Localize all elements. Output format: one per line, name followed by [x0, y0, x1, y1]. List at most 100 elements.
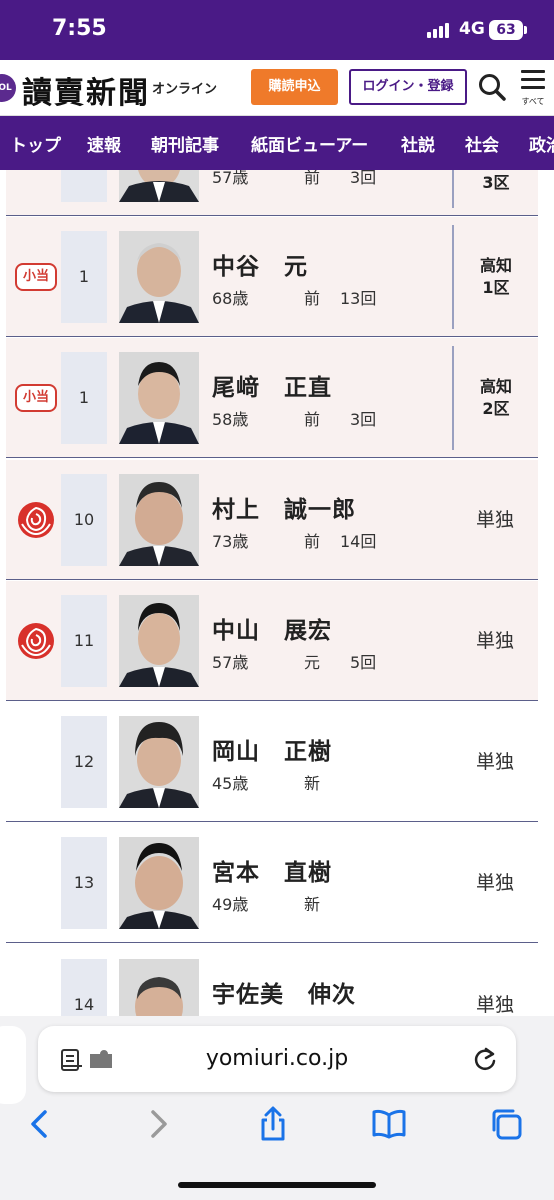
candidate-terms: 3回 [350, 410, 377, 429]
candidate-status: 前 [304, 289, 321, 308]
network-type: 4G [459, 19, 485, 39]
district-solo: 単独 [475, 509, 514, 531]
candidate-status: 元 [304, 653, 321, 672]
battery-icon: 63 [489, 20, 527, 40]
candidate-terms: 3回 [350, 170, 377, 187]
district-cell: 3区 [452, 170, 538, 208]
list-number [61, 170, 107, 202]
nav-item-editorial[interactable]: 社説 [401, 131, 435, 156]
candidate-row[interactable]: 12 岡山 正樹 45歳 新 単独 [6, 702, 538, 822]
candidate-photo [119, 716, 199, 808]
list-number: 12 [61, 716, 107, 808]
candidate-age: 45歳 [212, 774, 249, 793]
list-number: 10 [61, 474, 107, 566]
candidate-status: 前 [304, 170, 321, 187]
district-solo: 単独 [475, 630, 514, 652]
nav-item-society[interactable]: 社会 [465, 131, 499, 156]
candidate-terms: 13回 [340, 289, 377, 308]
candidate-name: 宮本 直樹 [212, 860, 332, 886]
site-header: YOL 讀賣新聞 オンライン 購読申込 ログイン・登録 すべて [0, 60, 554, 116]
home-indicator [178, 1182, 376, 1188]
candidate-age: 57歳 [212, 653, 249, 672]
district-solo: 単独 [475, 994, 514, 1016]
address-bar[interactable]: yomiuri.co.jp [38, 1026, 516, 1092]
candidate-row[interactable]: 小当 1 尾﨑 正直 58歳 前 3回 高知 2区 [6, 338, 538, 458]
candidate-status: 新 [304, 895, 321, 914]
nav-item-top[interactable]: トップ [10, 131, 61, 156]
nav-item-politics[interactable]: 政治 [529, 131, 554, 156]
candidate-age: 49歳 [212, 895, 249, 914]
url-text[interactable]: yomiuri.co.jp [38, 1046, 516, 1071]
candidate-row[interactable]: 14 宇佐美 伸次 新 単独 [6, 945, 538, 1020]
candidate-age: 68歳 [212, 289, 249, 308]
forward-icon[interactable] [140, 1106, 176, 1142]
candidate-photo [119, 352, 199, 444]
list-number: 11 [61, 595, 107, 687]
list-number: 13 [61, 837, 107, 929]
candidate-photo [119, 595, 199, 687]
previous-tab-preview[interactable] [0, 1026, 26, 1104]
category-nav: トップ 速報 朝刊記事 紙面ビューアー 社説 社会 政治 [0, 116, 554, 170]
reload-icon[interactable] [472, 1046, 498, 1072]
candidate-row[interactable]: 10 村上 誠一郎 73歳 前 14回 単独 [6, 460, 538, 580]
candidate-name: 中山 展宏 [212, 618, 332, 644]
share-icon[interactable] [255, 1106, 291, 1142]
tabs-overview-icon[interactable] [488, 1106, 524, 1142]
site-logo[interactable]: 讀賣新聞 [22, 68, 150, 112]
login-button[interactable]: ログイン・登録 [349, 69, 467, 105]
district-line2: 3区 [482, 173, 510, 192]
district-line1: 高知 [479, 256, 512, 275]
back-icon[interactable] [22, 1106, 58, 1142]
candidate-photo [119, 474, 199, 566]
small-district-win-badge: 小当 [15, 263, 57, 291]
small-district-win-badge: 小当 [15, 384, 57, 412]
candidate-photo [119, 837, 199, 929]
candidate-name: 中谷 元 [212, 254, 308, 280]
search-icon[interactable] [477, 72, 507, 102]
status-time: 7:55 [52, 16, 107, 41]
candidate-name: 岡山 正樹 [212, 739, 332, 765]
candidate-list: 57歳 前 3回 3区 小当 1 中谷 元 68歳 前 13回 高知 1区 小当… [0, 170, 554, 1020]
status-bar: 7:55 4G 63 [0, 0, 554, 60]
signal-icon [427, 22, 453, 38]
district-solo: 単独 [475, 751, 514, 773]
candidate-row[interactable]: 小当 1 中谷 元 68歳 前 13回 高知 1区 [6, 217, 538, 337]
nav-item-breaking[interactable]: 速報 [87, 131, 121, 156]
candidate-terms: 5回 [350, 653, 377, 672]
rose-icon [18, 502, 54, 538]
candidate-row[interactable]: 13 宮本 直樹 49歳 新 単独 [6, 823, 538, 943]
district-cell: 高知 1区 [452, 225, 538, 329]
browser-toolbar: yomiuri.co.jp [0, 1016, 554, 1200]
menu-label: すべて [521, 97, 545, 106]
subscribe-button[interactable]: 購読申込 [251, 69, 338, 105]
candidate-status: 前 [304, 532, 321, 551]
district-line2: 2区 [482, 399, 510, 418]
candidate-status: 前 [304, 410, 321, 429]
nav-item-viewer[interactable]: 紙面ビューアー [251, 131, 368, 156]
district-cell: 高知 2区 [452, 346, 538, 450]
list-number: 1 [61, 231, 107, 323]
candidate-name: 宇佐美 伸次 [212, 982, 356, 1008]
menu-icon[interactable]: すべて [518, 68, 548, 108]
candidate-name: 村上 誠一郎 [212, 497, 356, 523]
site-logo-sub[interactable]: オンライン [152, 78, 217, 97]
rose-icon [18, 623, 54, 659]
list-number: 1 [61, 352, 107, 444]
candidate-row[interactable]: 11 中山 展宏 57歳 元 5回 単独 [6, 581, 538, 701]
district-solo: 単独 [475, 872, 514, 894]
candidate-photo [119, 959, 199, 1020]
list-number: 14 [61, 959, 107, 1020]
candidate-photo [119, 170, 199, 202]
candidate-terms: 14回 [340, 532, 377, 551]
candidate-status: 新 [304, 774, 321, 793]
candidate-age: 58歳 [212, 410, 249, 429]
bookmarks-icon[interactable] [371, 1106, 407, 1142]
logo-badge[interactable]: YOL [0, 74, 16, 102]
district-line2: 1区 [482, 278, 510, 297]
candidate-age: 73歳 [212, 532, 249, 551]
candidate-row[interactable]: 57歳 前 3回 3区 [6, 170, 538, 216]
nav-item-morning[interactable]: 朝刊記事 [151, 131, 219, 156]
district-line1: 高知 [479, 377, 512, 396]
candidate-name: 尾﨑 正直 [212, 375, 332, 401]
candidate-age: 57歳 [212, 170, 249, 187]
